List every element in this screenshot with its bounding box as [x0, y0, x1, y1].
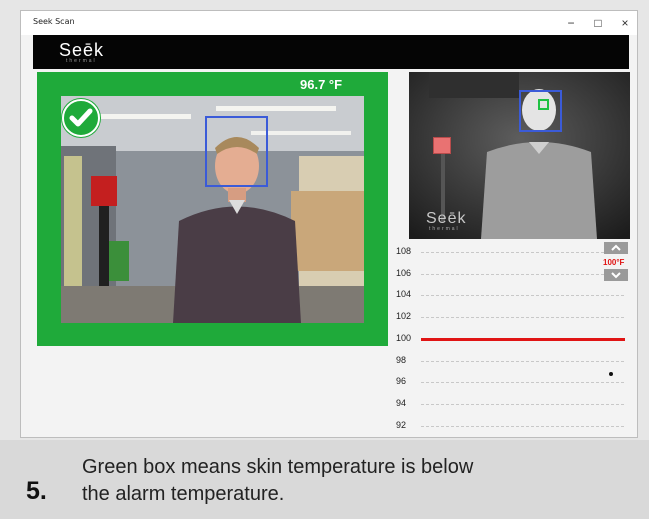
tick-label: 102 [396, 311, 412, 321]
thermal-logo-subtext: thermal [429, 226, 460, 232]
temperature-readout: 96.7 °F [300, 77, 343, 92]
thermal-measure-spot [538, 99, 549, 110]
caption-bar: 5. Green box means skin temperature is b… [0, 440, 649, 519]
screenshot-frame: Seek Scan − □ × Seēk thermal 96.7 °F Seē… [0, 0, 649, 519]
gridline [421, 295, 624, 296]
gridline [421, 426, 624, 427]
check-icon [61, 98, 101, 138]
temperature-reading-point [609, 372, 613, 376]
tick-label: 106 [396, 268, 412, 278]
hot-spot-marker [433, 137, 451, 154]
close-button[interactable]: × [611, 13, 639, 33]
chevron-up-icon [611, 244, 621, 251]
caption-line-2: the alarm temperature. [82, 483, 285, 505]
maximize-button[interactable]: □ [584, 13, 612, 33]
app-header: Seēk thermal [33, 35, 629, 69]
tick-label: 94 [396, 398, 407, 408]
tick-label: 104 [396, 289, 412, 299]
alarm-threshold-line [421, 338, 625, 341]
window-title: Seek Scan [33, 17, 75, 26]
title-bar: Seek Scan − □ × [21, 11, 637, 35]
gridline [421, 274, 624, 275]
thermal-face-box [519, 90, 562, 132]
caption-text: Green box means skin temperature is belo… [82, 454, 630, 508]
alarm-temperature-label: 100°F [603, 258, 625, 267]
tick-label: 98 [396, 355, 407, 365]
alarm-up-button[interactable] [604, 242, 628, 254]
minimize-button[interactable]: − [557, 13, 585, 33]
thermal-view: Seēk thermal [409, 72, 630, 239]
gridline [421, 404, 624, 405]
gridline [421, 382, 624, 383]
tick-label: 108 [396, 246, 412, 256]
temperature-graph: 108 106 104 102 100 98 96 94 92 100°F [396, 242, 632, 432]
gridline [421, 317, 624, 318]
face-detection-box [205, 116, 268, 187]
gridline [421, 252, 624, 253]
tick-label: 92 [396, 420, 407, 430]
caption-line-1: Green box means skin temperature is belo… [82, 456, 474, 478]
alarm-down-button[interactable] [604, 269, 628, 281]
seek-logo-subtext: thermal [66, 58, 97, 64]
tick-label: 100 [396, 333, 412, 343]
tick-label: 96 [396, 376, 407, 386]
step-number: 5. [26, 477, 47, 505]
chevron-down-icon [611, 272, 621, 279]
gridline [421, 361, 624, 362]
